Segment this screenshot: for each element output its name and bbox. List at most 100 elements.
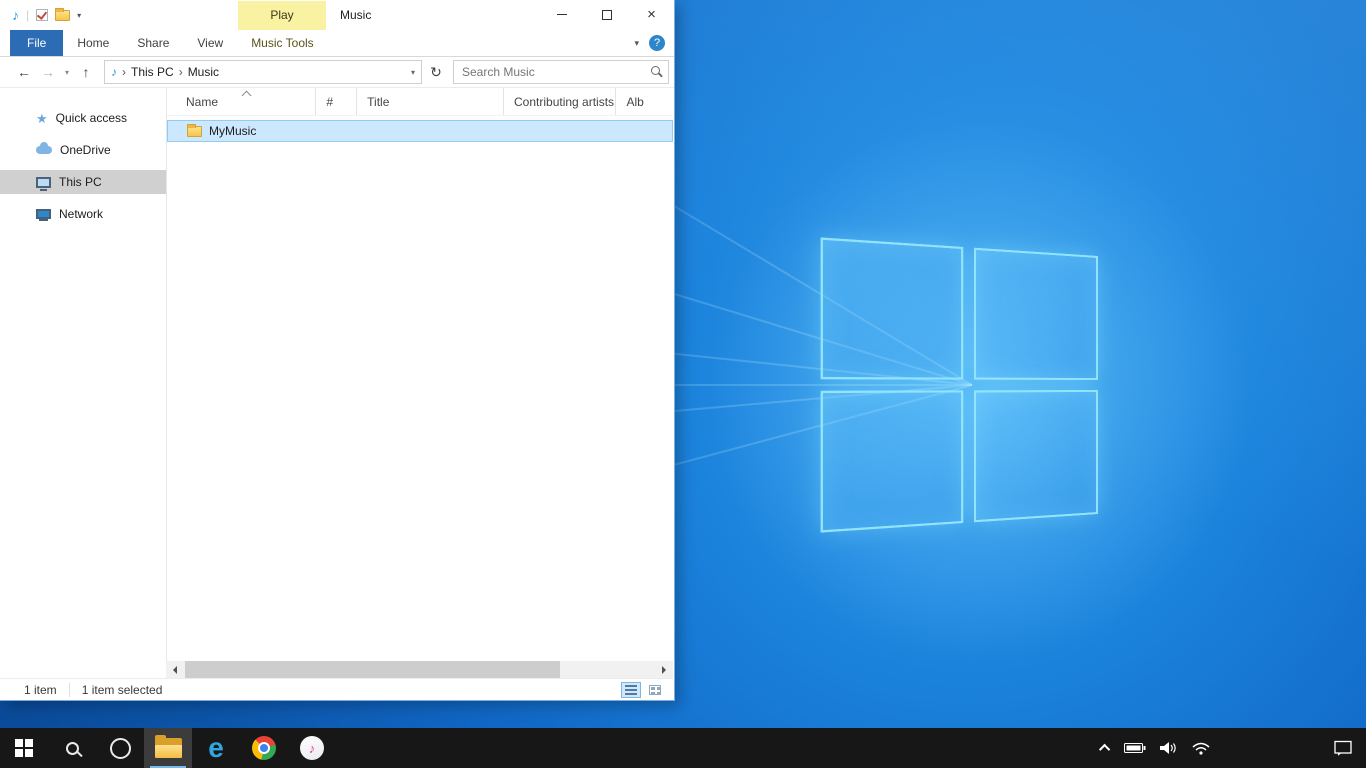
column-header-album[interactable]: Alb: [616, 88, 673, 115]
sidebar-item-network[interactable]: Network: [0, 202, 166, 226]
help-button[interactable]: ?: [649, 35, 665, 51]
toolbar-separator: |: [26, 8, 29, 22]
taskbar-search-button[interactable]: [48, 728, 96, 768]
breadcrumb-separator-icon: ›: [122, 65, 126, 79]
search-icon[interactable]: [651, 66, 660, 75]
tab-music-tools[interactable]: Music Tools: [237, 30, 327, 56]
navigation-pane: ★ Quick access OneDrive This PC Network: [0, 88, 166, 661]
battery-icon: [1124, 742, 1146, 754]
navigation-toolbar: ← → ▾ ↑ ♪ › This PC › Music ▾ ↻: [0, 57, 674, 88]
column-header-contributing-artists[interactable]: Contributing artists: [504, 88, 616, 115]
recent-locations-chevron-icon[interactable]: ▾: [60, 68, 74, 77]
tab-share[interactable]: Share: [123, 30, 183, 56]
volume-button[interactable]: [1160, 741, 1178, 755]
chrome-button[interactable]: [240, 728, 288, 768]
refresh-button[interactable]: ↻: [425, 64, 447, 81]
this-pc-monitor-icon: [36, 177, 51, 188]
file-list: Name # Title Contributing artists Alb My…: [166, 88, 673, 661]
column-header-label: Title: [367, 95, 389, 109]
details-view-icon: [625, 685, 637, 695]
up-button[interactable]: ↑: [74, 64, 98, 80]
scroll-left-icon: [169, 666, 177, 674]
sidebar-item-label: Network: [59, 207, 103, 221]
close-icon: ×: [647, 7, 656, 22]
file-explorer-icon: [155, 738, 182, 758]
action-center-icon: [1334, 740, 1352, 756]
view-toggles: [621, 682, 665, 698]
breadcrumb-music[interactable]: Music: [188, 65, 219, 79]
search-box: [453, 60, 669, 84]
taskbar: e ♪: [0, 728, 1366, 768]
address-bar[interactable]: ♪ › This PC › Music ▾: [104, 60, 422, 84]
column-header-number[interactable]: #: [316, 88, 357, 115]
itunes-button[interactable]: ♪: [288, 728, 336, 768]
show-hidden-icons-button[interactable]: [1102, 744, 1110, 752]
action-center-button[interactable]: [1334, 740, 1352, 756]
scroll-left-button[interactable]: [166, 661, 183, 678]
itunes-icon: ♪: [300, 736, 324, 760]
details-view-button[interactable]: [621, 682, 641, 698]
speaker-icon: [1160, 741, 1178, 755]
windows-start-icon: [15, 739, 33, 757]
sidebar-item-quick-access[interactable]: ★ Quick access: [0, 106, 166, 130]
properties-icon[interactable]: [36, 9, 48, 21]
horizontal-scrollbar[interactable]: [166, 661, 673, 678]
sidebar-item-this-pc[interactable]: This PC: [0, 170, 166, 194]
sidebar-item-label: Quick access: [56, 111, 127, 125]
battery-button[interactable]: [1124, 742, 1146, 754]
chevron-up-icon: [1099, 744, 1110, 755]
network-button[interactable]: [1192, 742, 1210, 755]
cortana-icon: [110, 738, 131, 759]
file-row-mymusic[interactable]: MyMusic: [167, 120, 673, 142]
wifi-icon: [1192, 742, 1210, 755]
tab-view[interactable]: View: [183, 30, 237, 56]
column-header-row: Name # Title Contributing artists Alb: [167, 88, 673, 116]
file-explorer-button[interactable]: [144, 728, 192, 768]
cortana-button[interactable]: [96, 728, 144, 768]
tab-home[interactable]: Home: [63, 30, 123, 56]
internet-explorer-icon: e: [208, 734, 224, 762]
thumbnails-view-icon: [649, 685, 661, 695]
status-separator: [69, 683, 70, 697]
forward-button[interactable]: →: [36, 64, 60, 80]
address-dropdown-chevron-icon[interactable]: ▾: [405, 68, 415, 77]
ribbon-tab-strip: File Home Share View Music Tools ▾ ?: [0, 30, 674, 57]
back-button[interactable]: ←: [12, 64, 36, 80]
network-icon: [36, 209, 51, 219]
maximize-button[interactable]: [584, 0, 629, 29]
close-button[interactable]: ×: [629, 0, 674, 29]
quick-access-star-icon: ★: [36, 112, 48, 125]
column-header-name[interactable]: Name: [167, 88, 316, 115]
new-folder-icon[interactable]: [55, 10, 70, 21]
minimize-button[interactable]: [539, 0, 584, 29]
tab-file[interactable]: File: [10, 30, 63, 56]
windows-logo-pane: [821, 237, 964, 379]
sort-ascending-icon: [242, 91, 252, 101]
column-header-label: #: [326, 95, 333, 109]
sidebar-item-onedrive[interactable]: OneDrive: [0, 138, 166, 162]
scrollbar-thumb[interactable]: [185, 661, 560, 678]
item-count: 1 item: [24, 683, 57, 697]
internet-explorer-button[interactable]: e: [192, 728, 240, 768]
minimize-icon: [557, 14, 567, 15]
breadcrumb-this-pc[interactable]: This PC: [131, 65, 174, 79]
customize-toolbar-chevron-icon[interactable]: ▾: [77, 11, 81, 20]
system-tray: [1102, 728, 1366, 768]
column-header-title[interactable]: Title: [357, 88, 504, 115]
thumbnails-view-button[interactable]: [645, 682, 665, 698]
chrome-icon: [252, 736, 276, 760]
search-icon: [66, 742, 79, 755]
contextual-tab-group-play[interactable]: Play: [238, 1, 326, 30]
sidebar-item-label: This PC: [59, 175, 102, 189]
scroll-right-icon: [662, 666, 670, 674]
status-bar: 1 item 1 item selected: [0, 678, 673, 700]
search-input[interactable]: [453, 60, 669, 84]
quick-access-toolbar: ♪ | ▾: [0, 8, 81, 22]
windows-logo-pane: [974, 390, 1098, 522]
explorer-window: ♪ | ▾ Play Music × File Home Share View …: [0, 0, 675, 701]
scroll-right-button[interactable]: [656, 661, 673, 678]
expand-ribbon-chevron-icon[interactable]: ▾: [624, 38, 649, 49]
start-button[interactable]: [0, 728, 48, 768]
windows-logo-pane: [974, 248, 1098, 380]
file-name: MyMusic: [209, 124, 256, 138]
